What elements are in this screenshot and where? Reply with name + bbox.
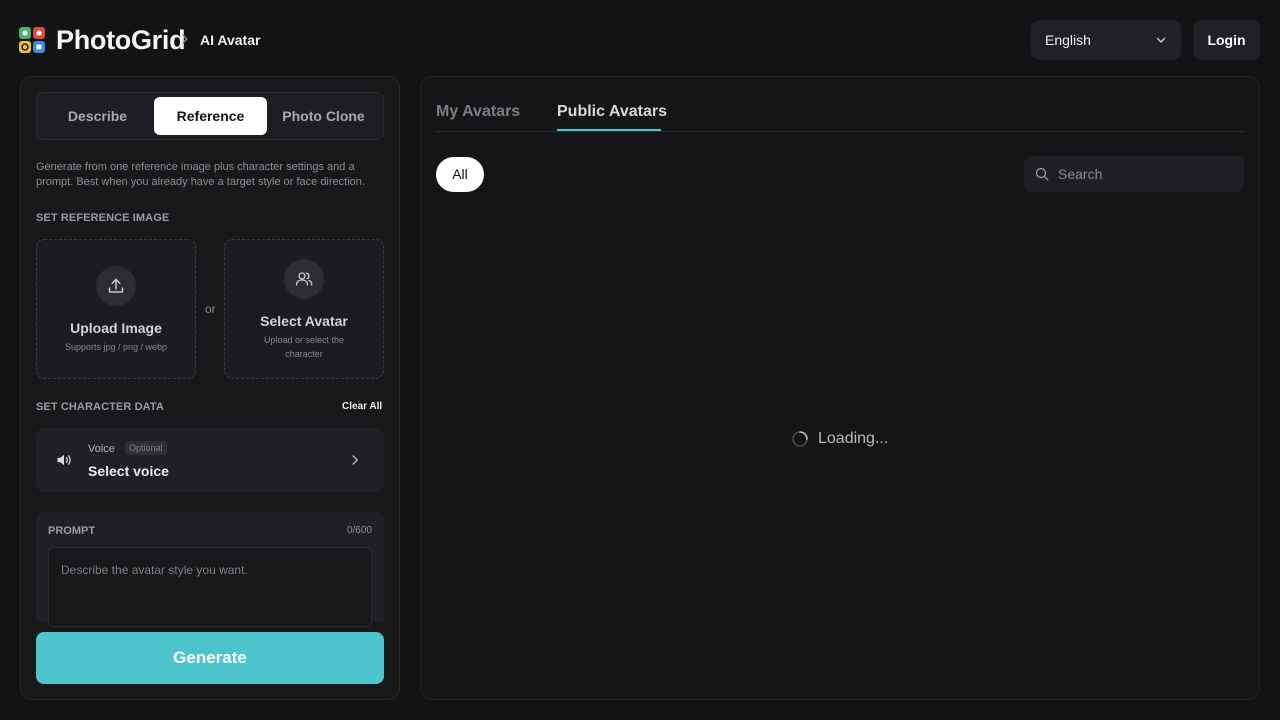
prompt-label: PROMPT <box>48 525 96 537</box>
tab-reference[interactable]: Reference <box>154 97 267 135</box>
search-icon <box>1035 167 1049 181</box>
users-icon <box>284 259 324 299</box>
character-section-label: SET CHARACTER DATA <box>36 401 164 413</box>
upload-image-title: Upload Image <box>70 320 162 336</box>
upload-image-card[interactable]: Upload Image Supports jpg / png / webp <box>36 239 196 379</box>
tab-photo-clone[interactable]: Photo Clone <box>267 97 380 135</box>
mode-tabs: Describe Reference Photo Clone <box>36 92 384 140</box>
tab-describe[interactable]: Describe <box>41 97 154 135</box>
brand-name[interactable]: PhotoGrid <box>56 24 186 56</box>
filter-chip-all[interactable]: All <box>436 157 484 192</box>
tab-my-avatars[interactable]: My Avatars <box>436 102 520 122</box>
speaker-icon <box>57 454 71 466</box>
select-avatar-title: Select Avatar <box>260 313 348 329</box>
reference-section-label: SET REFERENCE IMAGE <box>36 212 170 224</box>
voice-value: Select voice <box>88 463 169 479</box>
upload-image-subtitle: Supports jpg / png / webp <box>64 342 168 352</box>
upload-icon <box>96 266 136 306</box>
voice-selector[interactable]: Voice Optional Select voice <box>36 428 384 492</box>
language-label: English <box>1045 32 1091 48</box>
tab-public-avatars[interactable]: Public Avatars <box>557 102 667 122</box>
select-avatar-subtitle: Upload or select the character <box>263 335 345 359</box>
breadcrumb-current: AI Avatar <box>200 32 261 48</box>
photogrid-logo-icon[interactable] <box>19 27 45 53</box>
login-button[interactable]: Login <box>1193 20 1260 60</box>
chevron-right-icon <box>182 34 188 44</box>
chevron-right-icon <box>352 455 358 465</box>
voice-label: Voice <box>88 443 115 455</box>
tabs-divider <box>436 131 1244 132</box>
spinner-icon <box>792 431 808 447</box>
prompt-input[interactable] <box>48 547 372 627</box>
mode-description: Generate from one reference image plus c… <box>36 161 365 188</box>
prompt-section: PROMPT 0/600 <box>36 512 384 627</box>
clear-all-button[interactable]: Clear All <box>342 400 382 414</box>
generate-button[interactable]: Generate <box>36 632 384 684</box>
or-separator: or <box>205 302 216 316</box>
select-avatar-card[interactable]: Select Avatar Upload or select the chara… <box>224 239 384 379</box>
search-input[interactable] <box>1058 156 1238 192</box>
header: PhotoGrid AI Avatar English Login <box>0 0 1280 80</box>
search-box <box>1024 156 1244 192</box>
generation-panel: Describe Reference Photo Clone Generate … <box>20 76 400 700</box>
prompt-char-counter: 0/600 <box>346 525 372 536</box>
language-select[interactable]: English <box>1031 20 1181 60</box>
chevron-down-icon <box>1156 37 1166 43</box>
loading-text: Loading... <box>818 430 889 447</box>
optional-badge: Optional <box>125 441 167 455</box>
avatars-panel: My Avatars Public Avatars All Loading... <box>420 76 1260 700</box>
